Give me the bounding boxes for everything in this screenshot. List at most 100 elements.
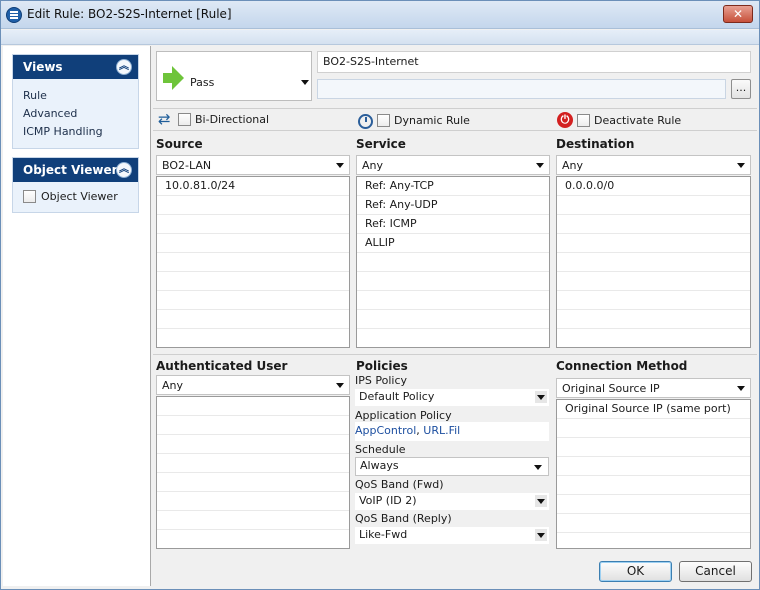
- destination-title: Destination: [556, 137, 635, 151]
- divider: [153, 354, 757, 355]
- action-select[interactable]: Pass: [156, 51, 312, 101]
- list-item[interactable]: Ref: Any-UDP: [357, 196, 549, 215]
- power-icon: ⏻: [557, 112, 573, 128]
- list-item: [357, 253, 549, 272]
- object-viewer-label: Object Viewer: [41, 190, 118, 203]
- rule-name-field[interactable]: BO2-S2S-Internet: [317, 51, 751, 73]
- chevron-down-icon: [534, 465, 542, 470]
- service-selected: Any: [362, 159, 384, 172]
- list-item: [157, 473, 349, 492]
- list-item[interactable]: 10.0.81.0/24: [157, 177, 349, 196]
- list-item: [557, 457, 750, 476]
- bidirectional-label: Bi-Directional: [195, 112, 270, 126]
- views-item-advanced[interactable]: Advanced: [23, 105, 138, 123]
- list-item: [157, 234, 349, 253]
- service-title: Service: [356, 137, 406, 151]
- views-item-icmp-handling[interactable]: ICMP Handling: [23, 123, 138, 141]
- application-policy-field[interactable]: AppControl, URL.Fil: [355, 422, 549, 441]
- source-selected: BO2-LAN: [162, 159, 212, 172]
- list-item[interactable]: Ref: Any-TCP: [357, 177, 549, 196]
- list-item[interactable]: Original Source IP (same port): [557, 400, 750, 419]
- object-viewer-header[interactable]: Object Viewer ︽: [13, 158, 138, 182]
- source-select[interactable]: BO2-LAN: [156, 155, 350, 175]
- application-policy-label: Application Policy: [355, 409, 452, 422]
- more-button[interactable]: ...: [731, 79, 751, 99]
- list-item: [357, 310, 549, 329]
- connection-method-title: Connection Method: [556, 359, 688, 373]
- object-viewer-panel: Object Viewer ︽ Object Viewer: [12, 157, 139, 213]
- object-viewer-title: Object Viewer: [23, 163, 118, 177]
- list-item: [557, 234, 750, 253]
- url-filter-link[interactable]: URL.Fil: [423, 424, 460, 437]
- app-icon: [6, 7, 22, 23]
- cancel-button[interactable]: Cancel: [679, 561, 752, 582]
- app-control-link[interactable]: AppControl: [355, 424, 416, 437]
- dynamic-rule-checkbox[interactable]: [377, 114, 390, 127]
- source-list[interactable]: 10.0.81.0/24: [156, 176, 350, 348]
- list-item: [557, 419, 750, 438]
- rule-comment-field[interactable]: [317, 79, 726, 99]
- list-item: [157, 253, 349, 272]
- list-item: [557, 196, 750, 215]
- close-button[interactable]: ✕: [723, 5, 753, 23]
- bidirectional-checkbox[interactable]: [178, 112, 191, 126]
- chevron-down-icon: [537, 499, 545, 504]
- bidirectional-arrows-icon: [158, 110, 174, 128]
- connection-method-list[interactable]: Original Source IP (same port): [556, 399, 751, 549]
- dynamic-rule-label: Dynamic Rule: [394, 114, 470, 127]
- left-pane: Views ︽ Rule Advanced ICMP Handling Obje…: [3, 46, 151, 586]
- chevron-down-icon: [737, 386, 745, 391]
- divider: [153, 130, 757, 131]
- schedule-label: Schedule: [355, 443, 406, 456]
- policies-title: Policies: [356, 359, 408, 373]
- chevron-down-icon: [336, 383, 344, 388]
- ips-policy-select[interactable]: Default Policy: [355, 389, 549, 406]
- list-item: [157, 215, 349, 234]
- views-panel: Views ︽ Rule Advanced ICMP Handling: [12, 54, 139, 149]
- list-item: [557, 495, 750, 514]
- ok-button[interactable]: OK: [599, 561, 672, 582]
- qos-fwd-select[interactable]: VoIP (ID 2): [355, 493, 549, 510]
- chevron-down-icon: [536, 163, 544, 168]
- views-title: Views: [23, 60, 63, 74]
- deactivate-rule-checkbox[interactable]: [577, 113, 590, 127]
- service-list[interactable]: Ref: Any-TCP Ref: Any-UDP Ref: ICMP ALLI…: [356, 176, 550, 348]
- qos-reply-select[interactable]: Like-Fwd: [355, 527, 549, 544]
- window-title: Edit Rule: BO2-S2S-Internet [Rule]: [27, 7, 232, 21]
- views-item-rule[interactable]: Rule: [23, 87, 138, 105]
- edit-rule-dialog: Edit Rule: BO2-S2S-Internet [Rule] ✕ Vie…: [0, 0, 760, 590]
- object-viewer-checkbox[interactable]: [23, 190, 36, 203]
- qos-fwd-label: QoS Band (Fwd): [355, 478, 444, 491]
- chevron-down-icon: [537, 533, 545, 538]
- list-item: [557, 272, 750, 291]
- collapse-chevron-icon[interactable]: ︽: [116, 59, 132, 75]
- qos-fwd-value: VoIP (ID 2): [359, 494, 417, 507]
- list-item: [157, 492, 349, 511]
- chevron-down-icon: [737, 163, 745, 168]
- pass-arrow-head: [172, 66, 184, 90]
- views-header[interactable]: Views ︽: [13, 55, 138, 79]
- destination-selected: Any: [562, 159, 584, 172]
- list-item: [157, 454, 349, 473]
- action-label: Pass: [190, 76, 215, 89]
- destination-list[interactable]: 0.0.0.0/0: [556, 176, 751, 348]
- destination-select[interactable]: Any: [556, 155, 751, 175]
- authenticated-user-list[interactable]: [156, 396, 350, 549]
- collapse-chevron-icon[interactable]: ︽: [116, 162, 132, 178]
- rule-editor: Pass BO2-S2S-Internet ... Bi-Directional…: [153, 46, 757, 586]
- list-item[interactable]: 0.0.0.0/0: [557, 177, 750, 196]
- divider: [153, 108, 757, 109]
- list-item[interactable]: Ref: ICMP: [357, 215, 549, 234]
- list-item: [157, 196, 349, 215]
- qos-reply-value: Like-Fwd: [359, 528, 408, 541]
- connection-method-select[interactable]: Original Source IP: [556, 378, 751, 398]
- list-item: [557, 514, 750, 533]
- list-item[interactable]: ALLIP: [357, 234, 549, 253]
- list-item: [557, 215, 750, 234]
- authenticated-user-select[interactable]: Any: [156, 375, 350, 395]
- service-select[interactable]: Any: [356, 155, 550, 175]
- title-bar[interactable]: Edit Rule: BO2-S2S-Internet [Rule] ✕: [1, 1, 759, 29]
- dropdown-button: [535, 391, 547, 403]
- schedule-select[interactable]: Always: [355, 457, 549, 476]
- list-item: [157, 511, 349, 530]
